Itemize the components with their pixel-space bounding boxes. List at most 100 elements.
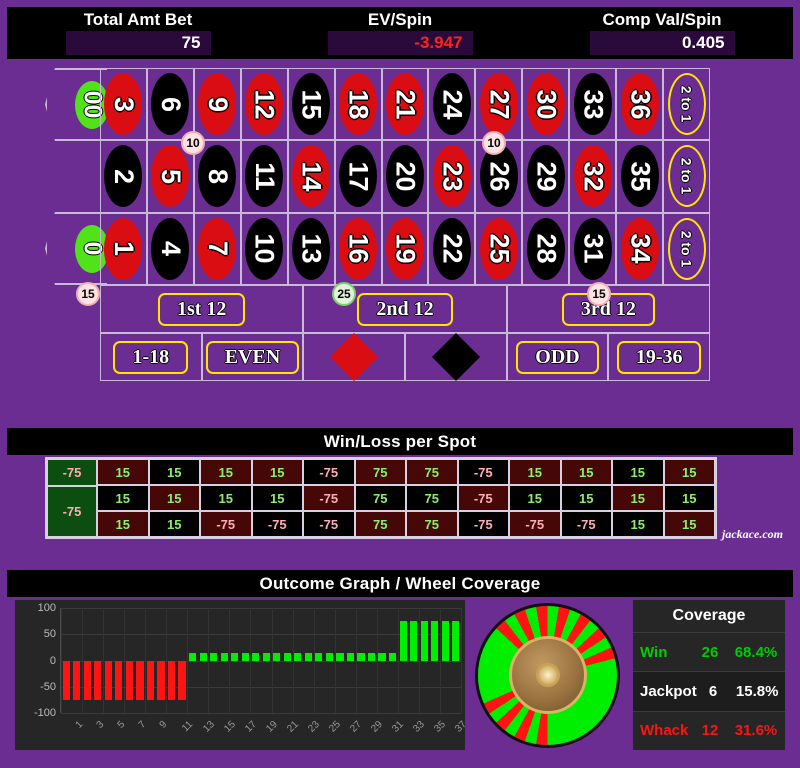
column-bet-oval: 2 to 1 [667,73,706,136]
winloss-value: -75 [319,464,339,480]
bet-cell-outside[interactable]: ODD [506,333,609,381]
winloss-value: 15 [270,490,285,506]
bet-cell-outside[interactable]: EVEN [201,333,304,381]
chart-bar [420,621,428,661]
winloss-cell: 15 [509,485,561,511]
number-label: 13 [296,233,327,264]
bet-cell-number[interactable]: 31 [569,212,617,285]
bet-cell-number[interactable]: 32 [569,140,617,213]
bet-cell-0[interactable]: 0 [45,212,107,285]
bet-cell-number[interactable]: 11 [240,140,288,213]
bet-cell-number[interactable]: 27 [475,68,523,141]
stat-value: -3.947 [414,33,463,52]
winloss-cell: 15 [200,459,252,485]
bet-chip[interactable]: 25 [332,282,356,306]
bet-chip[interactable]: 15 [76,282,100,306]
number-label: 18 [343,89,374,120]
number-oval: 8 [198,145,237,208]
bet-cell-number[interactable]: 17 [334,140,382,213]
roulette-table[interactable]: 00 0 3 6 9 12 15 18 21 24 27 30 33 36 2 to 1 2 5 8 11 14 1… [0,62,800,402]
bet-cell-number[interactable]: 28 [522,212,570,285]
winloss-value: 15 [630,464,645,480]
column-bet-oval: 2 to 1 [667,217,706,280]
bet-cell-outside[interactable]: 1-18 [100,333,202,381]
bet-cell-outside[interactable]: 19-36 [608,333,710,381]
winloss-value: 15 [167,464,182,480]
bet-cell-column-2to1[interactable]: 2 to 1 [663,68,710,141]
number-oval: 31 [573,217,612,280]
stat-column: EV/Spin -3.947 [269,7,531,59]
winloss-value: 15 [167,490,182,506]
stat-value: 75 [181,33,201,52]
bet-cell-number[interactable]: 23 [428,140,476,213]
bet-cell-number[interactable]: 13 [287,212,335,285]
number-label: 12 [249,89,280,120]
bet-cell-number[interactable]: 35 [616,140,664,213]
bet-cell-number[interactable]: 24 [428,68,476,141]
number-oval: 2 [104,145,143,208]
winloss-cell: -75 [560,511,612,537]
bet-cell-number[interactable]: 3 [100,68,147,141]
bet-cell-column-2to1[interactable]: 2 to 1 [663,140,710,213]
number-label: 26 [484,161,515,192]
bet-cell-number[interactable]: 1 [100,212,147,285]
bet-cell-number[interactable]: 12 [240,68,288,141]
chart-bar [304,652,312,661]
bet-cell-number[interactable]: 19 [381,212,429,285]
chart-bar [241,652,249,661]
chart-bar [94,660,102,700]
bet-cell-number[interactable]: 36 [616,68,664,141]
bet-cell-number[interactable]: 7 [193,212,241,285]
coverage-count: 26 [701,643,719,661]
bet-cell-dozen[interactable]: 1st 12 [100,285,304,333]
winloss-value: 15 [270,464,285,480]
bet-chip[interactable]: 10 [181,131,205,155]
number-oval: 28 [526,217,565,280]
bet-cell-number[interactable]: 2 [100,140,147,213]
stat-label: Comp Val/Spin [602,10,722,29]
winloss-value: -75 [576,516,596,532]
bet-cell-black[interactable] [404,332,507,382]
winloss-value: 75 [424,516,439,532]
winloss-zero-cell: -75 [47,459,97,486]
bet-cell-red[interactable] [303,332,405,382]
stat-column: Total Amt Bet 75 [7,7,269,59]
bet-cell-number[interactable]: 16 [334,212,382,285]
winloss-value: 15 [115,490,130,506]
winloss-cell: 15 [200,485,252,511]
bet-cell-number[interactable]: 14 [287,140,335,213]
bet-cell-number[interactable]: 20 [381,140,429,213]
bet-cell-number[interactable]: 29 [522,140,570,213]
chart-bar [378,652,386,661]
bet-cell-number[interactable]: 30 [522,68,570,141]
bet-cell-number[interactable]: 9 [193,68,241,141]
bet-cell-number[interactable]: 6 [146,68,194,141]
bet-cell-number[interactable]: 21 [381,68,429,141]
bet-cell-number[interactable]: 15 [287,68,335,141]
winloss-cell: -75 [303,511,355,537]
number-oval: 7 [198,217,237,280]
bet-cell-number[interactable]: 4 [146,212,194,285]
bet-cell-number[interactable]: 33 [569,68,617,141]
chart-y-tick-label: 0 [49,654,56,667]
chart-bar [252,652,260,661]
bet-cell-number[interactable]: 10 [240,212,288,285]
bet-chip[interactable]: 10 [482,131,506,155]
bet-cell-00[interactable]: 00 [45,68,107,141]
black-diamond-icon [431,332,480,382]
winloss-cell: 15 [612,459,664,485]
chart-bar [283,652,291,661]
bet-chip[interactable]: 15 [587,282,611,306]
number-oval: 10 [245,217,284,280]
chart-bar [389,652,397,661]
number-label: 3 [108,96,139,112]
outside-bets-row: 1-18 EVEN ODD 19-36 [100,332,710,382]
number-oval: 34 [620,217,659,280]
bet-cell-number[interactable]: 34 [616,212,664,285]
winloss-cell: 15 [97,511,149,537]
bet-cell-number[interactable]: 22 [428,212,476,285]
chart-gridline-vertical [376,608,378,713]
bet-cell-number[interactable]: 25 [475,212,523,285]
bet-cell-number[interactable]: 18 [334,68,382,141]
bet-cell-column-2to1[interactable]: 2 to 1 [663,212,710,285]
